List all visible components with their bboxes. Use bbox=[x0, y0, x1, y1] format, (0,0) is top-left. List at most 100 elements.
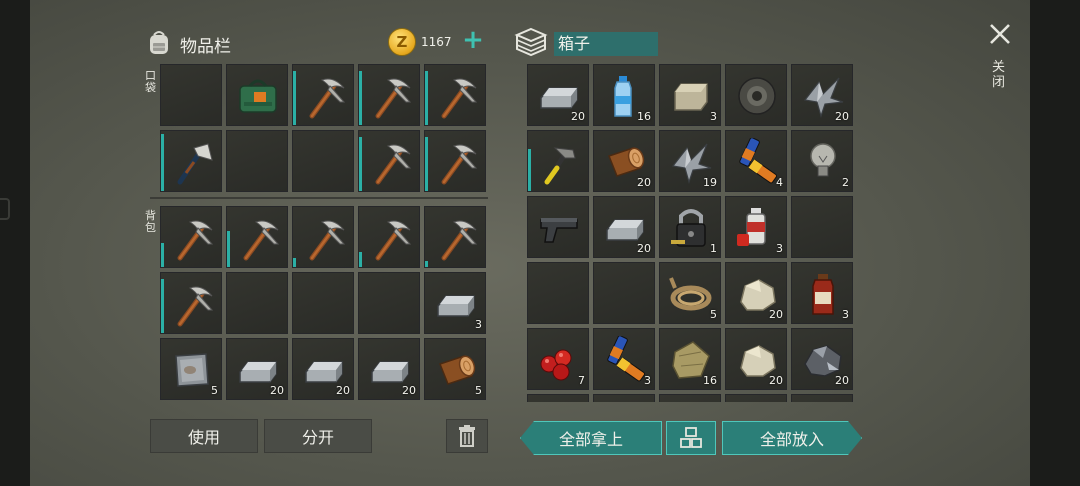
item-quantity: 4 bbox=[776, 176, 783, 189]
box-slot[interactable] bbox=[659, 394, 721, 402]
box-slot[interactable]: 1 bbox=[659, 196, 721, 258]
pocket-slot[interactable] bbox=[160, 64, 222, 126]
battery-icon bbox=[739, 138, 777, 184]
box-slot[interactable]: 3 bbox=[659, 64, 721, 126]
pocket-slot[interactable] bbox=[292, 130, 354, 192]
green-bag-icon bbox=[239, 79, 277, 113]
backpack-slot[interactable] bbox=[226, 272, 288, 334]
backpack-slot[interactable] bbox=[226, 206, 288, 268]
box-slot[interactable]: 19 bbox=[659, 130, 721, 192]
durability-bar bbox=[293, 258, 296, 267]
durability-bar bbox=[161, 134, 164, 191]
box-slot[interactable]: 20 bbox=[527, 64, 589, 126]
box-slot[interactable] bbox=[725, 394, 787, 402]
coin-icon: Z bbox=[388, 28, 416, 56]
pocket-slot[interactable] bbox=[358, 64, 420, 126]
box-slot[interactable]: 20 bbox=[593, 196, 655, 258]
pocket-slot[interactable] bbox=[424, 130, 486, 192]
backpack-slot[interactable]: 20 bbox=[226, 338, 288, 400]
item-quantity: 20 bbox=[769, 308, 783, 321]
backpack-slot[interactable]: 3 bbox=[424, 272, 486, 334]
backpack-slot[interactable] bbox=[358, 206, 420, 268]
box-slot[interactable] bbox=[527, 394, 589, 402]
rope-icon bbox=[669, 277, 712, 311]
backpack-slot[interactable] bbox=[292, 272, 354, 334]
backpack-label: 背包 bbox=[145, 209, 156, 234]
durability-bar bbox=[425, 261, 428, 267]
item-quantity: 3 bbox=[710, 110, 717, 123]
sort-button[interactable] bbox=[666, 421, 716, 455]
box-slot[interactable]: 20 bbox=[725, 328, 787, 390]
box-slot[interactable]: 3 bbox=[593, 328, 655, 390]
iron-ingot-icon bbox=[437, 295, 475, 317]
hatchet-icon bbox=[177, 143, 213, 185]
durability-bar bbox=[293, 71, 296, 125]
durability-bar bbox=[359, 252, 362, 267]
take-all-button[interactable]: 全部拿上 bbox=[520, 421, 662, 455]
use-button[interactable]: 使用 bbox=[150, 419, 258, 453]
backpack-slot[interactable] bbox=[292, 206, 354, 268]
box-slot[interactable] bbox=[593, 394, 655, 402]
put-all-button[interactable]: 全部放入 bbox=[722, 421, 862, 455]
box-slot[interactable]: 4 bbox=[725, 130, 787, 192]
box-slot[interactable]: 20 bbox=[593, 130, 655, 192]
backpack-slot[interactable] bbox=[160, 206, 222, 268]
item-quantity: 20 bbox=[835, 110, 849, 123]
pocket-slot[interactable] bbox=[292, 64, 354, 126]
box-slot[interactable]: 20 bbox=[791, 328, 853, 390]
currency-amount: 1167 bbox=[421, 35, 452, 49]
box-slot[interactable] bbox=[527, 130, 589, 192]
backpack-slot[interactable]: 5 bbox=[160, 338, 222, 400]
box-slot[interactable]: 16 bbox=[659, 328, 721, 390]
item-quantity: 7 bbox=[578, 374, 585, 387]
close-icon bbox=[990, 24, 1010, 44]
pocket-slot[interactable] bbox=[358, 130, 420, 192]
box-slot[interactable] bbox=[791, 196, 853, 258]
backpack-slot[interactable] bbox=[160, 272, 222, 334]
item-quantity: 20 bbox=[571, 110, 585, 123]
item-quantity: 2 bbox=[842, 176, 849, 189]
box-slot[interactable]: 20 bbox=[725, 262, 787, 324]
pocket-slot[interactable] bbox=[226, 64, 288, 126]
box-slot[interactable]: 3 bbox=[725, 196, 787, 258]
item-quantity: 20 bbox=[637, 176, 651, 189]
box-slot[interactable]: 2 bbox=[791, 130, 853, 192]
box-slot[interactable]: 5 bbox=[659, 262, 721, 324]
close-button[interactable] bbox=[988, 22, 1012, 46]
add-currency-button[interactable]: + bbox=[462, 27, 484, 53]
inventory-header: 物品栏 bbox=[144, 26, 231, 62]
pocket-grid bbox=[160, 64, 486, 192]
backpack-slot[interactable]: 20 bbox=[292, 338, 354, 400]
box-slot[interactable] bbox=[593, 262, 655, 324]
box-slot[interactable] bbox=[527, 262, 589, 324]
pocket-slot[interactable] bbox=[226, 130, 288, 192]
light-bulb-icon bbox=[810, 143, 836, 177]
backpack-slot[interactable]: 20 bbox=[358, 338, 420, 400]
backpack-slot[interactable] bbox=[358, 272, 420, 334]
box-name-field[interactable]: 箱子 bbox=[554, 32, 658, 56]
item-quantity: 3 bbox=[842, 308, 849, 321]
box-slot[interactable] bbox=[725, 64, 787, 126]
pickaxe-icon bbox=[441, 220, 478, 261]
metal-plate-icon bbox=[175, 353, 209, 387]
box-slot[interactable]: 16 bbox=[593, 64, 655, 126]
pocket-slot[interactable] bbox=[160, 130, 222, 192]
discard-button[interactable] bbox=[446, 419, 488, 453]
padlock-icon bbox=[671, 209, 706, 247]
box-slot[interactable] bbox=[527, 196, 589, 258]
backpack-slot[interactable]: 5 bbox=[424, 338, 486, 400]
pocket-slot[interactable] bbox=[424, 64, 486, 126]
durability-bar bbox=[161, 279, 164, 333]
box-slot[interactable]: 7 bbox=[527, 328, 589, 390]
item-quantity: 16 bbox=[637, 110, 651, 123]
box-slot[interactable]: 20 bbox=[791, 64, 853, 126]
box-slot[interactable]: 3 bbox=[791, 262, 853, 324]
item-quantity: 20 bbox=[270, 384, 284, 397]
box-slot[interactable] bbox=[791, 394, 853, 402]
item-quantity: 3 bbox=[776, 242, 783, 255]
item-quantity: 20 bbox=[769, 374, 783, 387]
durability-bar bbox=[528, 149, 531, 191]
split-button[interactable]: 分开 bbox=[264, 419, 372, 453]
item-quantity: 16 bbox=[703, 374, 717, 387]
backpack-slot[interactable] bbox=[424, 206, 486, 268]
